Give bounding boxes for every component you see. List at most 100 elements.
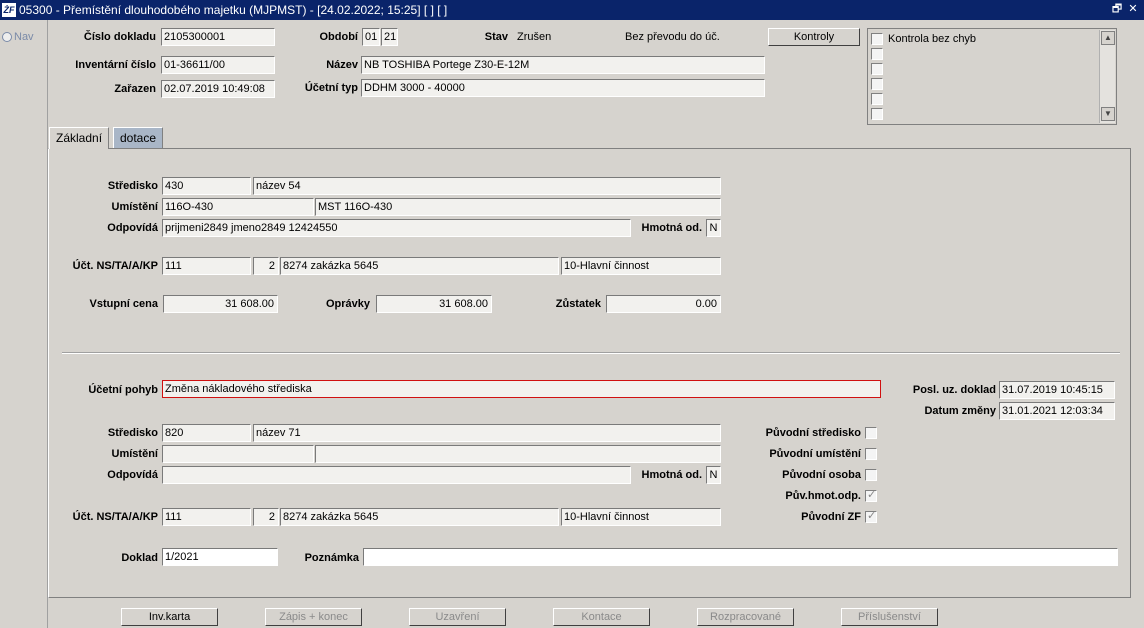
app-logo-icon: ŻF <box>2 3 16 17</box>
new-umisteni-label: Umístění <box>111 448 158 460</box>
stredisko-code-field[interactable]: 430 <box>162 177 251 195</box>
stredisko-name-field[interactable]: název 54 <box>253 177 721 195</box>
datum-zmeny-field[interactable]: 31.01.2021 12:03:34 <box>999 402 1115 420</box>
restore-window-icon[interactable]: 🗗 <box>1110 2 1124 16</box>
new-stredisko-name-field[interactable]: název 71 <box>253 424 721 442</box>
kontroly-button[interactable]: Kontroly <box>768 28 860 46</box>
kontrola-checkbox[interactable] <box>871 48 883 60</box>
new-odpovida-field[interactable] <box>162 466 631 484</box>
stav-label: Stav <box>484 31 508 43</box>
title-bar: ŻF 05300 - Přemístění dlouhodobého majet… <box>0 0 1144 20</box>
doklad-label: Doklad <box>121 552 158 564</box>
kontrola-scrollbar[interactable]: ▲ ▼ <box>1099 30 1115 123</box>
kontrola-checkbox[interactable] <box>871 78 883 90</box>
kontrola-checkbox[interactable] <box>871 108 883 120</box>
ucetni-pohyb-label: Účetní pohyb <box>88 384 158 396</box>
puv-hmot-odp-label: Pův.hmot.odp. <box>785 490 861 502</box>
posl-uz-doklad-field[interactable]: 31.07.2019 10:45:15 <box>999 381 1115 399</box>
close-window-icon[interactable]: ✕ <box>1126 2 1140 16</box>
new-uct-label: Účt. NS/TA/A/KP <box>72 511 158 523</box>
vstupni-cena-label: Vstupní cena <box>89 298 158 310</box>
new-uct-ta-field[interactable]: 2 <box>253 508 279 526</box>
uct-ta-field[interactable]: 2 <box>253 257 279 275</box>
zapis-konec-button[interactable]: Zápis + konec <box>265 608 362 626</box>
nazev-label: Název <box>326 59 358 71</box>
window-title: 05300 - Přemístění dlouhodobého majetku … <box>19 3 448 17</box>
puvodni-zf-label: Původní ZF <box>801 511 861 523</box>
ucetni-pohyb-field[interactable]: Změna nákladového střediska <box>162 380 881 398</box>
poznamka-field[interactable] <box>363 548 1118 566</box>
scroll-up-icon[interactable]: ▲ <box>1101 31 1115 45</box>
puvodni-osoba-label: Původní osoba <box>782 469 861 481</box>
inventarni-cislo-field[interactable]: 01-36611/00 <box>161 56 275 74</box>
puvodni-stredisko-label: Původní středisko <box>765 427 861 439</box>
kontace-button[interactable]: Kontace <box>553 608 650 626</box>
new-umisteni-name-field[interactable] <box>315 445 721 463</box>
datum-zmeny-label: Datum změny <box>924 405 996 417</box>
puvodni-stredisko-checkbox[interactable] <box>865 427 877 439</box>
doklad-field[interactable]: 1/2021 <box>162 548 278 566</box>
ucetni-typ-label: Účetní typ <box>304 82 358 94</box>
puvodni-osoba-checkbox[interactable] <box>865 469 877 481</box>
hmotna-od-label: Hmotná od. <box>641 222 703 234</box>
opravky-field[interactable]: 31 608.00 <box>376 295 492 313</box>
new-hmotna-od-label: Hmotná od. <box>641 469 703 481</box>
tab-dotace[interactable]: dotace <box>113 127 164 149</box>
zustatek-field[interactable]: 0.00 <box>606 295 721 313</box>
uct-ns-field[interactable]: 111 <box>162 257 251 275</box>
new-hmotna-od-field[interactable]: N <box>706 466 721 484</box>
umisteni-code-field[interactable]: 116O-430 <box>162 198 314 216</box>
section-divider <box>62 352 1120 354</box>
obdobi-year-field[interactable]: 21 <box>381 28 398 46</box>
puvodni-umisteni-label: Původní umístění <box>769 448 861 460</box>
odpovida-field[interactable]: prijmeni2849 jmeno2849 12424550 <box>162 219 631 237</box>
obdobi-month-field[interactable]: 01 <box>362 28 380 46</box>
posl-uz-doklad-label: Posl. uz. doklad <box>912 384 996 396</box>
puv-hmot-odp-checkbox[interactable] <box>865 488 877 502</box>
zarazen-label: Zařazen <box>114 83 156 95</box>
kontrola-checkbox[interactable] <box>871 63 883 75</box>
prislusenstvi-button[interactable]: Příslušenství <box>841 608 938 626</box>
tab-zakladni[interactable]: Základní <box>49 127 110 149</box>
umisteni-name-field[interactable]: MST 116O-430 <box>315 198 721 216</box>
kontrola-list[interactable]: Kontrola bez chyb ▲ ▼ <box>867 28 1117 125</box>
nav-label: Nav <box>14 31 34 43</box>
new-odpovida-label: Odpovídá <box>107 469 158 481</box>
cislo-dokladu-label: Číslo dokladu <box>83 31 156 43</box>
uct-kp-field[interactable]: 10-Hlavní činnost <box>561 257 721 275</box>
hmotna-od-field[interactable]: N <box>706 219 721 237</box>
uct-a-field[interactable]: 8274 zakázka 5645 <box>280 257 559 275</box>
rozpracovane-button[interactable]: Rozpracované <box>697 608 794 626</box>
kontrola-bez-chyb-text: Kontrola bez chyb <box>888 33 977 45</box>
umisteni-label: Umístění <box>111 201 158 213</box>
inv-karta-button[interactable]: Inv.karta <box>121 608 218 626</box>
new-uct-kp-field[interactable]: 10-Hlavní činnost <box>561 508 721 526</box>
nazev-field[interactable]: NB TOSHIBA Portege Z30-E-12M <box>361 56 765 74</box>
stav-value: Zrušen <box>517 31 552 43</box>
new-stredisko-label: Středisko <box>107 427 158 439</box>
opravky-label: Oprávky <box>325 298 370 310</box>
uzavreni-button[interactable]: Uzavření <box>409 608 506 626</box>
odpovida-label: Odpovídá <box>107 222 158 234</box>
cislo-dokladu-field[interactable]: 2105300001 <box>161 28 275 46</box>
uct-label: Účt. NS/TA/A/KP <box>72 260 158 272</box>
puvodni-umisteni-checkbox[interactable] <box>865 448 877 460</box>
ucetni-typ-field[interactable]: DDHM 3000 - 40000 <box>361 79 765 97</box>
stredisko-label: Středisko <box>107 180 158 192</box>
new-stredisko-code-field[interactable]: 820 <box>162 424 251 442</box>
sidebar: Nav <box>0 20 48 628</box>
scroll-down-icon[interactable]: ▼ <box>1101 107 1115 121</box>
new-uct-a-field[interactable]: 8274 zakázka 5645 <box>280 508 559 526</box>
kontrola-checkbox[interactable] <box>871 93 883 105</box>
puvodni-zf-checkbox[interactable] <box>865 509 877 523</box>
inventarni-cislo-label: Inventární číslo <box>75 59 156 71</box>
zarazen-field[interactable]: 02.07.2019 10:49:08 <box>161 80 275 98</box>
radio-icon <box>2 32 12 42</box>
nav-radio-item[interactable]: Nav <box>2 31 34 43</box>
poznamka-label: Poznámka <box>304 552 359 564</box>
bez-prevodu-text: Bez převodu do úč. <box>625 31 720 43</box>
kontrola-checkbox[interactable] <box>871 33 883 45</box>
new-uct-ns-field[interactable]: 111 <box>162 508 251 526</box>
vstupni-cena-field[interactable]: 31 608.00 <box>163 295 278 313</box>
new-umisteni-code-field[interactable] <box>162 445 314 463</box>
